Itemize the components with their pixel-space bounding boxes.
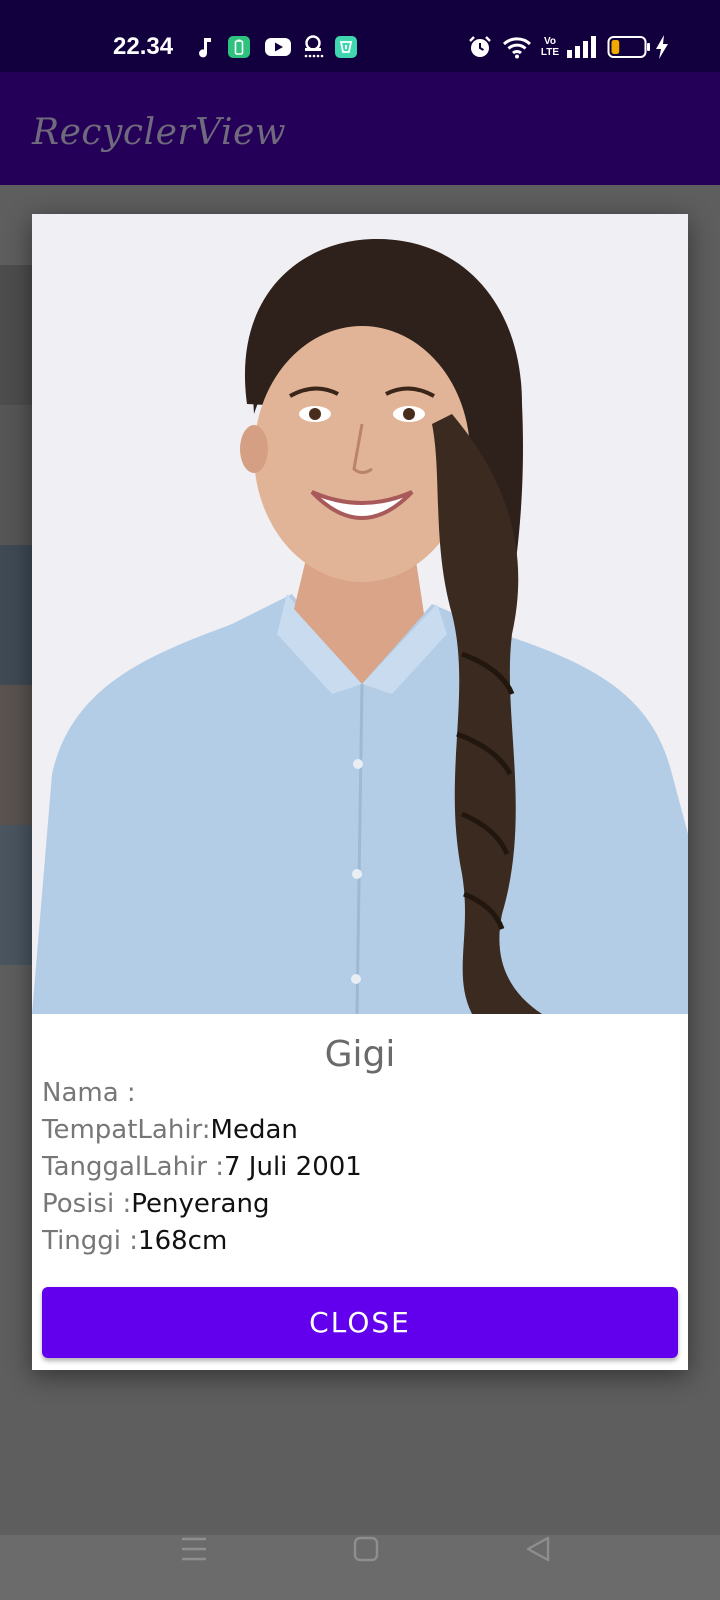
profile-photo-illustration <box>32 214 688 1014</box>
detail-row-tanggal-lahir: TanggalLahir :7 Juli 2001 <box>42 1152 362 1182</box>
detail-label: TempatLahir: <box>42 1115 211 1145</box>
profile-photo <box>32 214 688 1014</box>
volte-icon: Vo LTE <box>540 34 560 60</box>
detail-label: Tinggi : <box>42 1226 139 1256</box>
charging-icon <box>655 34 669 60</box>
app-icon <box>334 34 358 60</box>
signal-icon <box>566 34 596 60</box>
navigation-bar <box>0 1535 720 1600</box>
detail-row-tinggi: Tinggi :168cm <box>42 1226 227 1256</box>
list-item-thumbnail <box>0 405 32 545</box>
status-bar: 22.34 Vo LTE <box>0 0 720 72</box>
back-icon[interactable] <box>524 1535 552 1563</box>
wifi-icon <box>502 34 532 60</box>
music-note-icon <box>196 34 214 60</box>
detail-label: Posisi : <box>42 1189 132 1219</box>
youtube-icon <box>264 34 292 60</box>
battery-saver-app-icon <box>227 34 251 60</box>
detail-dialog: Gigi Nama : TempatLahir:Medan TanggalLah… <box>32 214 688 1370</box>
detail-label: TanggalLahir : <box>42 1152 224 1182</box>
list-item-thumbnail <box>0 685 32 825</box>
battery-icon <box>607 34 651 60</box>
notification-icon <box>302 34 324 60</box>
detail-row-posisi: Posisi :Penyerang <box>42 1189 269 1219</box>
app-title: RecyclerView <box>32 112 287 153</box>
list-item-thumbnail <box>0 265 32 405</box>
volte-bottom-text: LTE <box>540 47 560 58</box>
detail-value: Penyerang <box>131 1189 270 1219</box>
detail-value: Medan <box>210 1115 298 1145</box>
detail-value: 168cm <box>138 1226 228 1256</box>
app-bar: RecyclerView <box>0 72 720 185</box>
home-icon[interactable] <box>352 1535 380 1563</box>
volte-top-text: Vo <box>543 36 557 47</box>
detail-label: Nama : <box>42 1078 136 1108</box>
player-name: Gigi <box>324 1034 396 1075</box>
detail-row-nama: Nama : <box>42 1078 136 1108</box>
list-item-thumbnail <box>0 825 32 965</box>
list-item-thumbnail <box>0 545 32 685</box>
detail-value: 7 Juli 2001 <box>224 1152 362 1182</box>
close-button[interactable]: CLOSE <box>42 1287 678 1358</box>
alarm-icon <box>468 34 492 60</box>
detail-row-tempat-lahir: TempatLahir:Medan <box>42 1115 298 1145</box>
status-time: 22.34 <box>113 33 174 60</box>
menu-icon[interactable] <box>180 1535 208 1563</box>
